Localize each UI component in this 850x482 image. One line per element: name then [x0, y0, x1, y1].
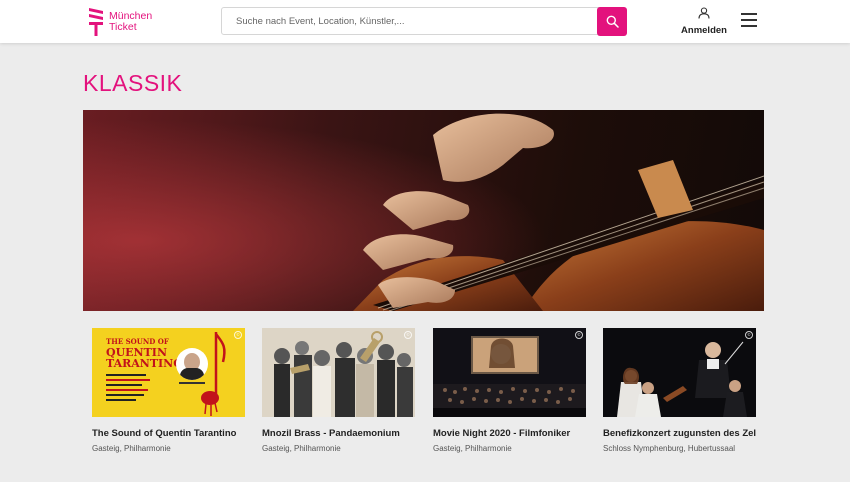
copyright-icon: © [745, 331, 753, 339]
search-icon [606, 15, 619, 28]
top-header: München Ticket Anmelden [0, 0, 850, 43]
search-button[interactable] [597, 7, 627, 36]
event-image: © [603, 328, 756, 417]
copyright-icon: © [234, 331, 242, 339]
search-field[interactable] [221, 7, 625, 35]
event-venue: Gasteig, Philharmonie [262, 444, 341, 453]
event-title[interactable]: Movie Night 2020 - Filmfoniker [433, 428, 586, 439]
event-image: © [433, 328, 586, 417]
menu-icon[interactable] [741, 13, 757, 27]
logo-mark-icon [88, 7, 104, 37]
event-card[interactable]: © Movie Night 2020 - Filmfoniker Gasteig… [433, 328, 586, 453]
muenchen-ticket-logo[interactable]: München Ticket [88, 7, 152, 37]
event-title[interactable]: The Sound of Quentin Tarantino [92, 428, 245, 439]
user-icon [698, 7, 710, 19]
logo-text: München Ticket [109, 11, 152, 33]
event-image: THE SOUND OF QUENTIN TARANTINO © [92, 328, 245, 417]
logo-line-2: Ticket [109, 21, 137, 33]
event-card[interactable]: THE SOUND OF QUENTIN TARANTINO © The Sou… [92, 328, 245, 453]
page-title: KLASSIK [83, 70, 183, 96]
login-button[interactable]: Anmelden [679, 6, 729, 36]
poster-text-lines [106, 374, 151, 401]
poster-title-line-3: TARANTINO [106, 357, 183, 370]
hero-banner-image [83, 110, 764, 311]
poster-title: THE SOUND OF QUENTIN TARANTINO [106, 336, 183, 369]
event-image: © [262, 328, 415, 417]
event-card[interactable]: © Benefizkonzert zugunsten des Zelt… Sch… [603, 328, 756, 453]
login-label: Anmelden [681, 25, 727, 36]
search-input[interactable] [222, 8, 596, 34]
copyright-icon: © [575, 331, 583, 339]
event-title[interactable]: Benefizkonzert zugunsten des Zelt… [603, 428, 756, 439]
event-title[interactable]: Mnozil Brass - Pandaemonium [262, 428, 415, 439]
event-venue: Gasteig, Philharmonie [433, 444, 512, 453]
copyright-icon: © [404, 331, 412, 339]
music-note-icon [201, 332, 226, 416]
event-venue: Gasteig, Philharmonie [92, 444, 171, 453]
event-card[interactable]: © Mnozil Brass - Pandaemonium Gasteig, P… [262, 328, 415, 453]
event-venue: Schloss Nymphenburg, Hubertussaal [603, 444, 736, 453]
